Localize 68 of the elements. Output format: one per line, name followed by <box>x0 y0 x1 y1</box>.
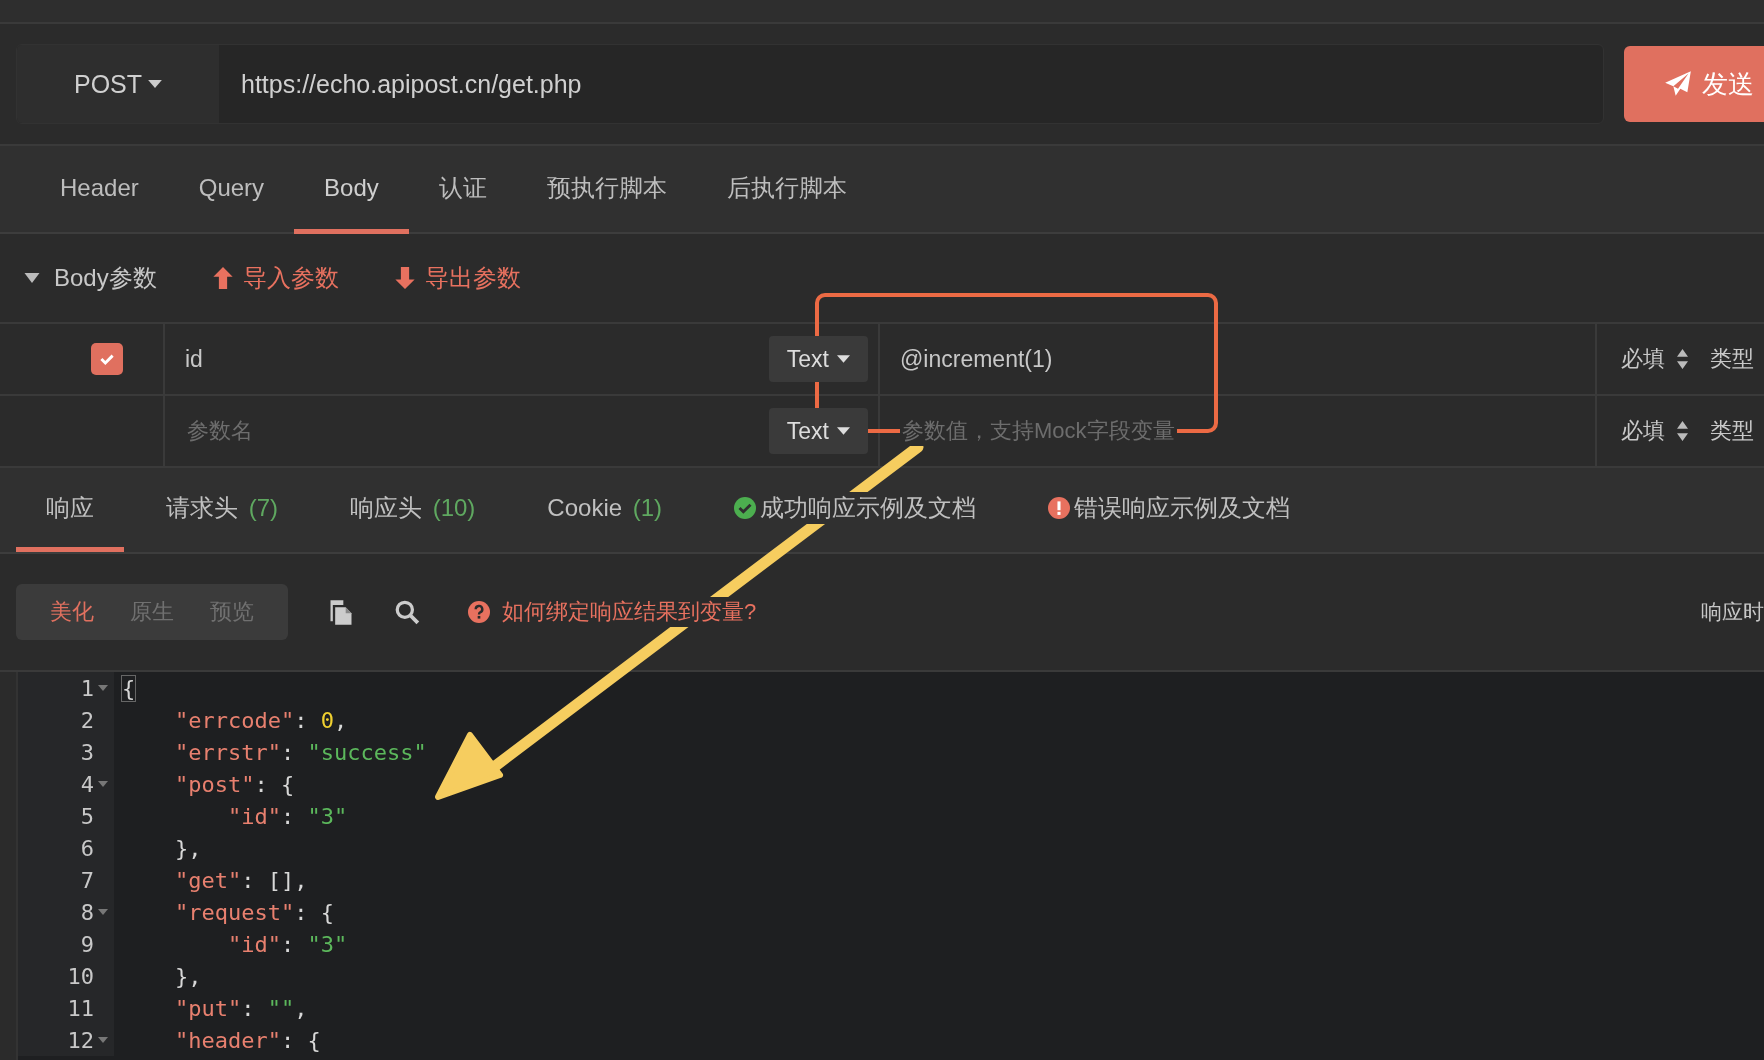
question-circle-icon <box>468 601 490 623</box>
export-link[interactable]: 导出参数 <box>394 262 521 294</box>
search-icon[interactable] <box>394 599 420 625</box>
response-tab[interactable]: 成功响应示例及文档 <box>704 468 1007 552</box>
section-title: Body参数 <box>54 263 157 293</box>
exclamation-circle-icon <box>1048 496 1071 519</box>
request-tab[interactable]: Query <box>168 146 295 234</box>
collapse-triangle-icon[interactable] <box>24 273 40 283</box>
param-name[interactable]: id <box>185 345 203 373</box>
fold-caret-icon[interactable] <box>98 685 108 691</box>
view-mode-tab[interactable]: 美化 <box>36 584 108 640</box>
sort-icon <box>1677 349 1688 369</box>
line-number: 1 <box>80 675 94 701</box>
line-number: 10 <box>67 963 94 989</box>
response-tab[interactable]: 响应 <box>16 468 124 552</box>
line-number: 7 <box>80 867 94 893</box>
request-tab[interactable]: Body <box>294 146 409 234</box>
code-line: "put": "", <box>173 995 308 1021</box>
line-number: 12 <box>67 1027 94 1053</box>
code-line: }, <box>173 835 202 861</box>
param-value[interactable]: @increment(1) <box>900 345 1053 373</box>
caret-icon <box>837 355 850 363</box>
code-line: }, <box>173 963 202 989</box>
line-number: 5 <box>80 803 94 829</box>
code-line: "errcode": 0, <box>173 707 348 733</box>
table-cell-text: 类型 <box>1710 345 1754 373</box>
import-link[interactable]: 导入参数 <box>212 262 339 294</box>
line-number: 11 <box>67 995 94 1021</box>
fold-caret-icon[interactable] <box>98 909 108 915</box>
request-tab[interactable]: 预执行脚本 <box>516 146 697 234</box>
fold-caret-icon[interactable] <box>98 781 108 787</box>
line-number: 6 <box>80 835 94 861</box>
response-time-label: 响应时 <box>1701 599 1764 625</box>
line-number: 4 <box>80 771 94 797</box>
table-cell-text: 类型 <box>1710 417 1754 445</box>
sort-icon <box>1677 421 1688 441</box>
request-tab[interactable]: Header <box>30 146 169 234</box>
code-line: "id": "3" <box>226 931 348 957</box>
code-line: "id": "3" <box>226 803 348 829</box>
copy-icon[interactable] <box>328 598 354 626</box>
line-number: 3 <box>80 739 94 765</box>
check-circle-icon <box>734 496 757 519</box>
code-line: "header": { <box>173 1027 321 1053</box>
line-number: 8 <box>80 899 94 925</box>
fold-caret-icon[interactable] <box>98 1037 108 1043</box>
response-tab[interactable]: Cookie (1) <box>517 468 693 552</box>
line-number: 2 <box>80 707 94 733</box>
response-tab[interactable]: 请求头 (7) <box>136 468 308 552</box>
code-line: "request": { <box>173 899 334 925</box>
code-line: "get": [], <box>173 867 308 893</box>
up-arrow-icon <box>212 267 233 289</box>
code-line: "post": { <box>173 771 295 797</box>
request-tab[interactable]: 认证 <box>408 146 517 234</box>
code-line: "errstr": "success" <box>173 739 427 765</box>
checkbox[interactable] <box>90 343 123 375</box>
caret-icon <box>837 427 850 435</box>
type-dropdown[interactable]: Text <box>768 336 868 382</box>
response-tab[interactable]: 错误响应示例及文档 <box>1018 468 1321 552</box>
paper-plane-icon <box>1664 70 1692 98</box>
down-arrow-icon <box>394 267 415 289</box>
help-link[interactable]: 如何绑定响应结果到变量? <box>468 597 757 627</box>
code-line: { <box>121 675 136 701</box>
request-tab[interactable]: 后执行脚本 <box>696 146 877 234</box>
line-number: 9 <box>80 931 94 957</box>
type-dropdown[interactable]: Text <box>768 408 868 454</box>
required-select[interactable]: 必填 <box>1621 416 1665 446</box>
required-select[interactable]: 必填 <box>1621 344 1665 374</box>
response-tab[interactable]: 响应头 (10) <box>320 468 506 552</box>
